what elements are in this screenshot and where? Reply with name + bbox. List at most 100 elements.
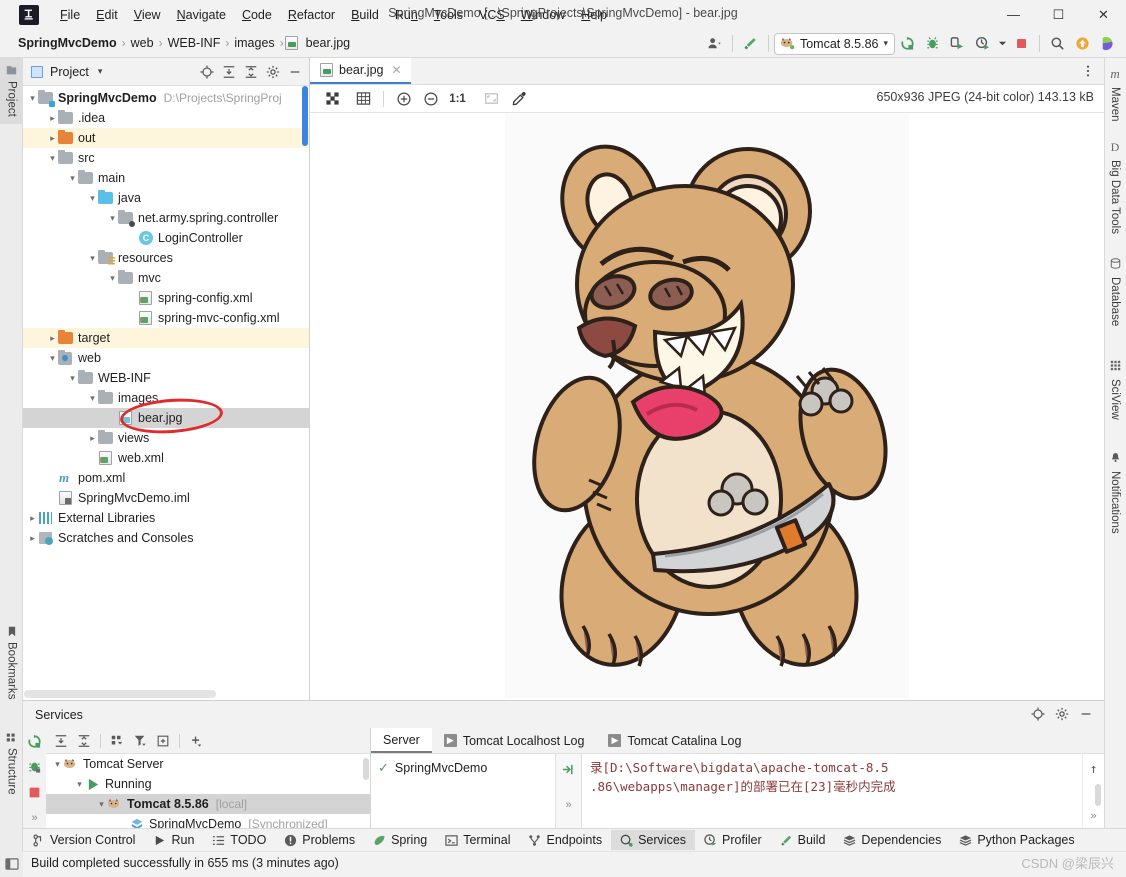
project-tree-row[interactable]: ▾ WEB-INF: [23, 368, 309, 388]
project-tree-row[interactable]: C LoginController: [23, 228, 309, 248]
chevron-down-icon[interactable]: ▾: [87, 193, 98, 204]
update-icon[interactable]: [1070, 31, 1095, 56]
collapse-all-icon[interactable]: [241, 62, 261, 82]
project-tree-row[interactable]: ▾ main: [23, 168, 309, 188]
project-tree-row[interactable]: m pom.xml: [23, 468, 309, 488]
minimize-button[interactable]: —: [991, 0, 1036, 29]
services-tree-scrollbar[interactable]: [363, 758, 369, 780]
bottom-tab-terminal[interactable]: Terminal: [436, 830, 519, 850]
group-icon[interactable]: [106, 730, 128, 752]
hammer-build-icon[interactable]: [738, 31, 763, 56]
bottom-tab-build[interactable]: Build: [771, 830, 835, 850]
bottom-tab-dependencies[interactable]: Dependencies: [834, 830, 950, 850]
project-tree-row[interactable]: ▸ views: [23, 428, 309, 448]
bottom-tab-services[interactable]: Services: [611, 830, 696, 850]
project-tree-row[interactable]: ▾ web: [23, 348, 309, 368]
more-options-icon[interactable]: [1078, 61, 1098, 81]
run-with-coverage-icon[interactable]: [945, 31, 970, 56]
expand-more-icon[interactable]: »: [1090, 806, 1097, 825]
locate-icon[interactable]: [1028, 704, 1048, 724]
project-tree-row[interactable]: web.xml: [23, 448, 309, 468]
color-picker-icon[interactable]: [505, 87, 532, 111]
zoom-in-icon[interactable]: [390, 87, 417, 111]
menu-refactor[interactable]: Refactor: [280, 5, 343, 25]
stop-icon[interactable]: [1009, 31, 1034, 56]
bottom-tab-profiler[interactable]: Profiler: [695, 830, 771, 850]
chevron-down-icon[interactable]: ▾: [87, 393, 98, 404]
hide-icon[interactable]: [1076, 704, 1096, 724]
chevron-down-icon[interactable]: ▾: [107, 273, 118, 284]
chevron-right-icon[interactable]: ▸: [27, 513, 38, 524]
chevron-down-icon[interactable]: ▾: [74, 779, 85, 790]
deployment-row[interactable]: ✓ SpringMvcDemo: [378, 760, 555, 776]
expand-all-icon[interactable]: [50, 730, 72, 752]
project-tree-row[interactable]: ▸ Scratches and Consoles: [23, 528, 309, 548]
fit-to-window-icon[interactable]: [478, 87, 505, 111]
bottom-tab-todo[interactable]: TODO: [203, 830, 275, 850]
sidebar-item-notifications[interactable]: Notifications: [1104, 446, 1126, 540]
expand-more-icon[interactable]: »: [24, 808, 46, 829]
profile-icon[interactable]: [970, 31, 995, 56]
search-everywhere-icon[interactable]: [1045, 31, 1070, 56]
project-tree[interactable]: ▾ SpringMvcDemo D:\Projects\SpringProj ▸ .id…: [23, 86, 309, 686]
menu-vcs[interactable]: VCS: [471, 5, 513, 25]
bottom-tab-spring[interactable]: Spring: [364, 830, 436, 850]
chevron-down-icon[interactable]: ▾: [52, 759, 63, 770]
chevron-down-icon[interactable]: ▾: [96, 799, 107, 810]
add-icon[interactable]: [185, 730, 207, 752]
project-tree-row[interactable]: ▾ java: [23, 188, 309, 208]
menu-edit[interactable]: Edit: [88, 5, 126, 25]
chevron-down-icon[interactable]: ▾: [107, 213, 118, 224]
project-tree-row[interactable]: ▾ SpringMvcDemo D:\Projects\SpringProj: [23, 88, 309, 108]
breadcrumb-item-0[interactable]: SpringMvcDemo: [14, 35, 121, 51]
services-tree-row[interactable]: ▾ Tomcat Server: [46, 754, 370, 774]
collapse-all-icon[interactable]: [73, 730, 95, 752]
bottom-tab-version-control[interactable]: Version Control: [23, 830, 144, 850]
menu-file[interactable]: FFileile: [52, 5, 88, 25]
tab-tomcat-catalina-log[interactable]: ▶ Tomcat Catalina Log: [596, 728, 753, 753]
project-tree-row[interactable]: SpringMvcDemo.iml: [23, 488, 309, 508]
chevron-down-icon[interactable]: ▾: [87, 253, 98, 264]
menu-code[interactable]: Code: [234, 5, 280, 25]
locate-icon[interactable]: [197, 62, 217, 82]
debug-icon[interactable]: [24, 757, 46, 778]
actual-size-button[interactable]: 1:1: [444, 87, 471, 111]
bottom-tab-endpoints[interactable]: Endpoints: [519, 830, 611, 850]
project-tree-row[interactable]: ▾ resources: [23, 248, 309, 268]
chevron-down-icon[interactable]: ▾: [47, 353, 58, 364]
breadcrumb-item-2[interactable]: WEB-INF: [164, 35, 225, 51]
run-configuration-selector[interactable]: Tomcat 8.5.86 ▾: [773, 32, 895, 55]
menu-build[interactable]: Build: [343, 5, 387, 25]
tab-tomcat-localhost-log[interactable]: ▶ Tomcat Localhost Log: [432, 728, 597, 753]
zoom-out-icon[interactable]: [417, 87, 444, 111]
hide-icon[interactable]: [285, 62, 305, 82]
project-tree-row[interactable]: bear.jpg: [23, 408, 309, 428]
project-tree-row[interactable]: ▸ External Libraries: [23, 508, 309, 528]
add-tab-icon[interactable]: [152, 730, 174, 752]
project-tree-row[interactable]: spring-config.xml: [23, 288, 309, 308]
breadcrumb-item-4[interactable]: bear.jpg: [302, 35, 354, 51]
jump-to-source-icon[interactable]: [558, 758, 580, 780]
project-tree-row[interactable]: ▸ target: [23, 328, 309, 348]
breadcrumb-item-3[interactable]: images: [230, 35, 278, 51]
expand-all-icon[interactable]: [219, 62, 239, 82]
project-tree-row[interactable]: ▸ .idea: [23, 108, 309, 128]
debug-icon[interactable]: [920, 31, 945, 56]
user-dropdown-icon[interactable]: [702, 31, 727, 56]
bottom-tab-problems[interactable]: Problems: [275, 830, 364, 850]
log-output[interactable]: 录[D:\Software\bigdata\apache-tomcat-8.5 …: [582, 754, 1104, 828]
settings-icon[interactable]: [1052, 704, 1072, 724]
scroll-up-icon[interactable]: ↑: [1090, 760, 1098, 779]
expand-more-icon[interactable]: »: [558, 794, 580, 816]
sidebar-item-sciview[interactable]: SciView: [1104, 354, 1126, 426]
services-tree-row[interactable]: ▾ Running: [46, 774, 370, 794]
sidebar-item-maven[interactable]: m Maven: [1104, 60, 1126, 128]
chevron-right-icon[interactable]: ▸: [47, 113, 58, 124]
services-tree[interactable]: ▾ Tomcat Server ▾ Running ▾ Tomcat 8.5.86 [loc…: [46, 754, 370, 828]
chevron-right-icon[interactable]: ▸: [47, 133, 58, 144]
tab-server[interactable]: Server: [371, 728, 432, 753]
menu-help[interactable]: Help: [573, 5, 615, 25]
project-tree-row[interactable]: ▾ src: [23, 148, 309, 168]
bottom-tab-run[interactable]: Run: [144, 830, 203, 850]
filter-icon[interactable]: [129, 730, 151, 752]
